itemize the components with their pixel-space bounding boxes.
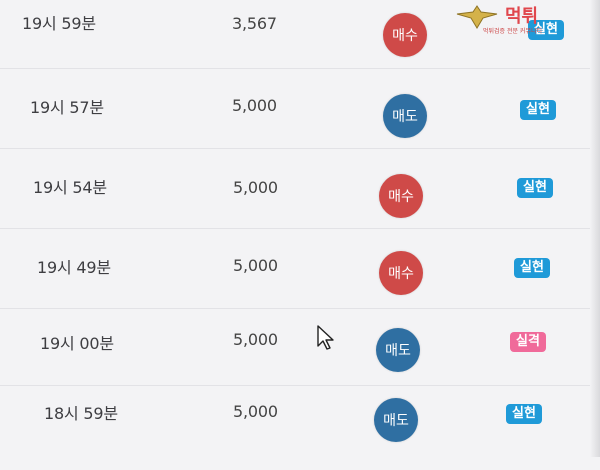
row-divider bbox=[0, 68, 600, 69]
logo-text: 먹튀 bbox=[505, 6, 539, 27]
result-badge: 실현 bbox=[520, 100, 556, 120]
screen-edge-shadow bbox=[590, 0, 600, 457]
time-cell: 19시 54분 bbox=[33, 178, 107, 197]
amount-cell: 5,000 bbox=[233, 402, 278, 421]
row-divider bbox=[0, 385, 600, 386]
time-cell: 19시 59분 bbox=[22, 14, 96, 33]
result-badge: 실현 bbox=[517, 178, 553, 198]
row-divider bbox=[0, 228, 600, 229]
amount-cell: 5,000 bbox=[233, 256, 278, 275]
result-badge: 실현 bbox=[506, 404, 542, 424]
amount-cell: 5,000 bbox=[232, 96, 277, 115]
result-badge: 실격 bbox=[510, 332, 546, 352]
amount-cell: 5,000 bbox=[233, 330, 278, 349]
result-badge: 실현 bbox=[514, 258, 550, 278]
table-row[interactable]: 18시 59분 5,000 매도 실현 bbox=[0, 390, 600, 470]
watermark-logo: 먹튀 먹튀검증 전문 커뮤니티 bbox=[455, 0, 600, 40]
amount-cell: 3,567 bbox=[232, 14, 277, 33]
sell-badge[interactable]: 매도 bbox=[374, 398, 418, 442]
sell-badge[interactable]: 매도 bbox=[383, 94, 427, 138]
logo-tagline: 먹튀검증 전문 커뮤니티 bbox=[483, 28, 543, 35]
buy-badge[interactable]: 매수 bbox=[379, 251, 423, 295]
table-row[interactable]: 19시 00분 5,000 매도 실격 bbox=[0, 320, 600, 400]
time-cell: 19시 57분 bbox=[30, 98, 104, 117]
row-divider bbox=[0, 308, 600, 309]
mouse-pointer-icon bbox=[317, 325, 334, 350]
amount-cell: 5,000 bbox=[233, 178, 278, 197]
buy-badge[interactable]: 매수 bbox=[379, 174, 423, 218]
sell-badge[interactable]: 매도 bbox=[376, 328, 420, 372]
trade-history-table: 19시 59분 3,567 매수 실현 19시 57분 5,000 매도 실현 … bbox=[0, 0, 600, 457]
time-cell: 19시 49분 bbox=[37, 258, 111, 277]
time-cell: 18시 59분 bbox=[44, 404, 118, 423]
time-cell: 19시 00분 bbox=[40, 334, 114, 353]
row-divider bbox=[0, 148, 600, 149]
buy-badge[interactable]: 매수 bbox=[383, 13, 427, 57]
